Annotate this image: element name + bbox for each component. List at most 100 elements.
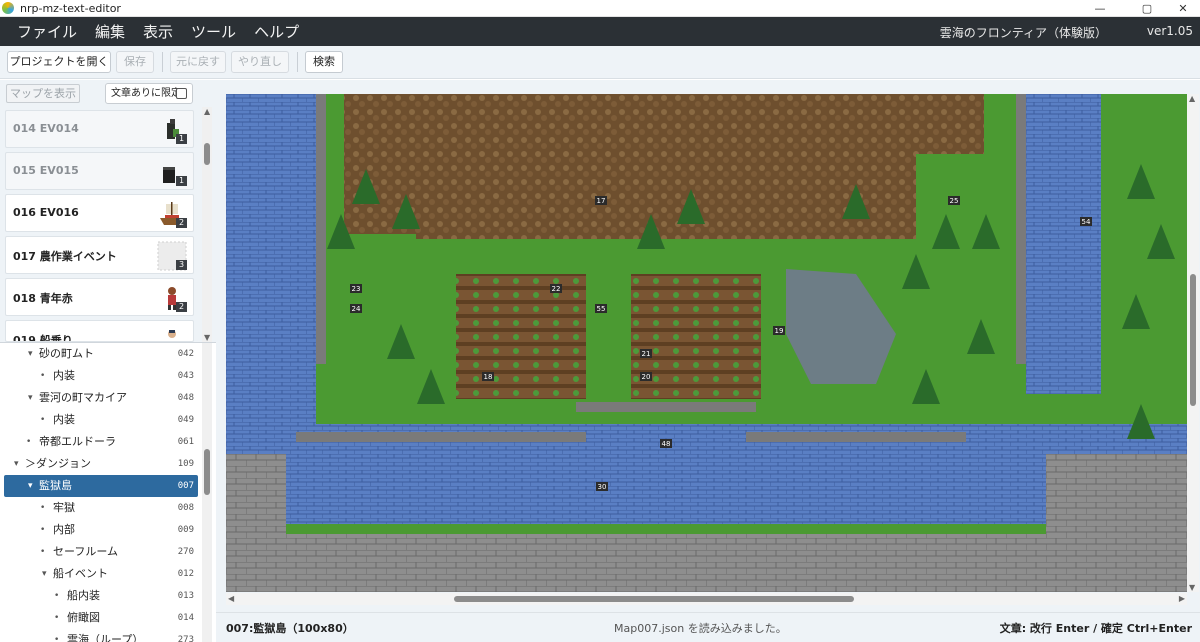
tree-item[interactable]: • 内部 009 <box>4 519 198 541</box>
undo-button[interactable]: 元に戻す <box>170 51 226 73</box>
scroll-thumb[interactable] <box>204 449 210 495</box>
map-event-marker[interactable]: 55 <box>595 304 607 313</box>
scroll-down-icon[interactable]: ▼ <box>204 333 210 342</box>
menu-view[interactable]: 表示 <box>143 21 173 42</box>
map-canvas[interactable]: 17 25 54 23 22 24 55 19 21 18 20 48 30 <box>226 94 1187 592</box>
event-list-scrollbar[interactable]: ▲ ▼ <box>202 107 212 342</box>
show-map-button[interactable]: マップを表示 <box>6 84 80 103</box>
expand-icon[interactable]: ▾ <box>28 343 33 365</box>
menu-file[interactable]: ファイル <box>17 21 77 42</box>
bullet-icon: • <box>40 503 46 513</box>
save-button[interactable]: 保存 <box>116 51 154 73</box>
tree-scrollbar[interactable] <box>202 343 212 642</box>
tree-item[interactable]: • 俯瞰図 014 <box>4 607 198 629</box>
scroll-thumb[interactable] <box>454 596 854 602</box>
tree-item[interactable]: • 内装 043 <box>4 365 198 387</box>
map-tree: ▾ 砂の町ムト 042 • 内装 043 ▾ 雲河の町マカイア 048 • 内装… <box>0 342 216 642</box>
tree-item[interactable]: ▾ 砂の町ムト 042 <box>4 343 198 365</box>
map-id: 048 <box>177 393 194 403</box>
bullet-icon: • <box>40 547 46 557</box>
tree-item[interactable]: ▾ 雲河の町マカイア 048 <box>4 387 198 409</box>
expand-icon[interactable]: ▾ <box>14 453 19 475</box>
map-event-marker[interactable]: 17 <box>595 196 607 205</box>
map-horizontal-scrollbar[interactable]: ◀ ▶ <box>226 593 1187 605</box>
map-event-marker[interactable]: 24 <box>350 304 362 313</box>
tree-item[interactable]: • 牢獄 008 <box>4 497 198 519</box>
menu-help[interactable]: ヘルプ <box>254 21 299 42</box>
map-id: 270 <box>177 547 194 557</box>
map-id: 273 <box>177 635 194 642</box>
expand-icon[interactable]: ▾ <box>42 563 47 585</box>
tree-item-label: ＞ダンジョン <box>25 457 91 470</box>
event-list-item[interactable]: 019 船乗り <box>5 320 194 342</box>
scroll-right-icon[interactable]: ▶ <box>1179 594 1185 603</box>
search-button[interactable]: 検索 <box>305 51 343 73</box>
map-id: 013 <box>177 591 194 601</box>
bullet-icon: • <box>54 635 60 642</box>
event-list-item[interactable]: 017 農作業イベント 3 <box>5 236 194 274</box>
tree-item[interactable]: • セーフルーム 270 <box>4 541 198 563</box>
close-button[interactable]: ✕ <box>1160 0 1200 17</box>
tree-item[interactable]: • 雲海（ループ） 273 <box>4 629 198 642</box>
toolbar-divider <box>297 52 298 72</box>
scroll-left-icon[interactable]: ◀ <box>228 594 234 603</box>
event-label: 018 青年赤 <box>13 292 73 305</box>
tree-item[interactable]: ▾ ＞ダンジョン 109 <box>4 453 198 475</box>
expand-icon[interactable]: ▾ <box>28 387 33 409</box>
left-panel: マップを表示 文章ありに限定 014 EV014 1 015 EV015 1 0… <box>0 80 216 642</box>
tree-item[interactable]: • 帝都エルドーラ 061 <box>4 431 198 453</box>
event-list-item[interactable]: 014 EV014 1 <box>5 110 194 148</box>
map-event-marker[interactable]: 22 <box>550 284 562 293</box>
map-event-marker[interactable]: 23 <box>350 284 362 293</box>
map-event-id: 21 <box>642 350 651 358</box>
minimize-button[interactable]: — <box>1077 0 1123 17</box>
event-page-count: 1 <box>176 134 187 144</box>
map-event-marker[interactable]: 25 <box>948 196 960 205</box>
tree-item-label: 船内装 <box>67 589 100 602</box>
scroll-up-icon[interactable]: ▲ <box>1189 94 1195 103</box>
event-list-item[interactable]: 016 EV016 2 <box>5 194 194 232</box>
open-project-button[interactable]: プロジェクトを開く <box>7 51 111 73</box>
map-id: 012 <box>177 569 194 579</box>
map-image[interactable]: 17 25 54 23 22 24 55 19 21 18 20 48 30 <box>226 94 1187 592</box>
map-event-marker[interactable]: 18 <box>482 372 494 381</box>
menu-tools[interactable]: ツール <box>191 21 236 42</box>
map-event-id: 17 <box>597 197 606 205</box>
scroll-thumb[interactable] <box>204 143 210 165</box>
bullet-icon: • <box>40 415 46 425</box>
tree-item[interactable]: • 船内装 013 <box>4 585 198 607</box>
tree-item-label: 雲河の町マカイア <box>39 391 127 404</box>
menu-edit[interactable]: 編集 <box>95 21 125 42</box>
scroll-up-icon[interactable]: ▲ <box>204 107 210 116</box>
event-label: 014 EV014 <box>13 122 79 135</box>
map-event-marker[interactable]: 54 <box>1080 217 1092 226</box>
map-event-marker[interactable]: 20 <box>640 372 652 381</box>
tree-item-label: 砂の町ムト <box>39 347 94 360</box>
map-event-marker[interactable]: 21 <box>640 349 652 358</box>
map-event-marker[interactable]: 30 <box>596 482 608 491</box>
map-id: 009 <box>177 525 194 535</box>
map-event-id: 20 <box>642 373 651 381</box>
map-id: 109 <box>177 459 194 469</box>
scroll-thumb[interactable] <box>1190 274 1196 406</box>
text-filter-toggle[interactable]: 文章ありに限定 <box>105 83 193 104</box>
scroll-down-icon[interactable]: ▼ <box>1189 583 1195 592</box>
event-list-item[interactable]: 015 EV015 1 <box>5 152 194 190</box>
event-panel: マップを表示 文章ありに限定 014 EV014 1 015 EV015 1 0… <box>0 80 216 342</box>
menu-bar: ファイル 編集 表示 ツール ヘルプ 雲海のフロンティア（体験版） ver1.0… <box>0 17 1200 46</box>
map-event-id: 30 <box>598 483 607 491</box>
map-id: 049 <box>177 415 194 425</box>
map-event-marker[interactable]: 48 <box>660 439 672 448</box>
event-list-item[interactable]: 018 青年赤 2 <box>5 278 194 316</box>
event-page-count: 2 <box>176 302 187 312</box>
status-bar: 007:監獄島（100x80） Map007.json を読み込みました。 文章… <box>216 612 1200 642</box>
map-event-marker[interactable]: 19 <box>773 326 785 335</box>
tree-item-selected[interactable]: ▾ 監獄島 007 <box>4 475 198 497</box>
tree-item[interactable]: ▾ 船イベント 012 <box>4 563 198 585</box>
filter-checkbox[interactable] <box>176 88 187 99</box>
map-vertical-scrollbar[interactable]: ▲ ▼ <box>1187 94 1199 592</box>
bullet-icon: • <box>26 437 32 447</box>
redo-button[interactable]: やり直し <box>231 51 289 73</box>
expand-icon[interactable]: ▾ <box>28 475 33 497</box>
tree-item[interactable]: • 内装 049 <box>4 409 198 431</box>
